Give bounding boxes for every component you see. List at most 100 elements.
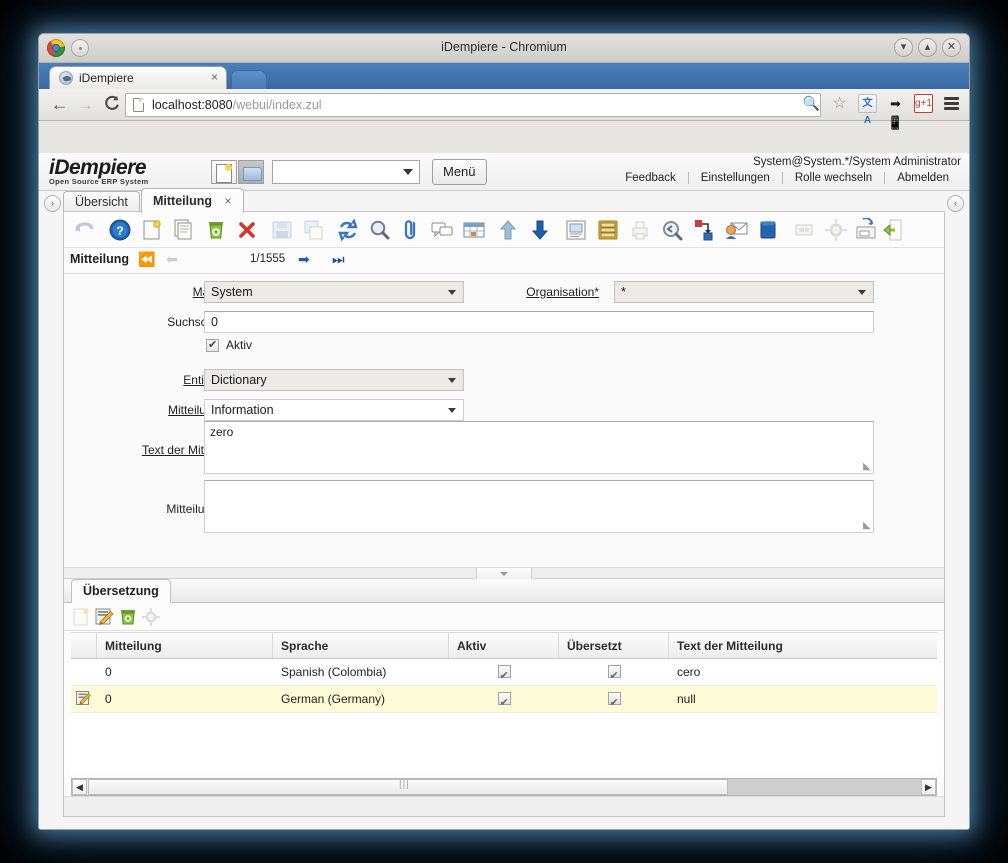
grid-header-row: Mitteilung Sprache Aktiv Übersetzt Text … (71, 632, 937, 659)
mobile-icon[interactable]: ➡📱 (886, 94, 905, 130)
delete-selection-icon[interactable] (236, 218, 260, 242)
cell-uebersetzt (559, 659, 669, 686)
reload-icon[interactable] (103, 95, 120, 112)
csv-import-icon[interactable] (792, 218, 816, 242)
grid-toggle-icon[interactable] (462, 218, 486, 242)
expand-left-panel-icon[interactable]: › (44, 195, 61, 212)
process-icon[interactable] (141, 607, 161, 627)
aktiv-checkbox-icon (497, 663, 511, 686)
input-suchschluessel[interactable]: 0 (204, 311, 874, 333)
save-create-icon[interactable] (302, 218, 326, 242)
tab-mitteilung-label: Mitteilung (153, 194, 213, 208)
product-info-icon[interactable] (756, 218, 780, 242)
scroll-right-icon[interactable]: ▶ (921, 779, 936, 795)
new-record-icon[interactable] (72, 607, 92, 627)
next-record-icon[interactable]: ➡ (298, 251, 310, 268)
preference-icon[interactable] (824, 218, 848, 242)
new-record-icon[interactable] (140, 218, 164, 242)
select-mitteilungsart[interactable]: Information (204, 399, 464, 421)
select-organisation[interactable]: * (614, 281, 874, 303)
grid-col-text[interactable]: Text der Mitteilung (669, 633, 937, 658)
forward-icon[interactable]: → (77, 95, 94, 115)
new-window-icon[interactable] (211, 160, 237, 184)
browser-tab-idempiere[interactable]: iDempiere × (49, 66, 227, 89)
undo-icon[interactable] (72, 218, 96, 242)
back-icon[interactable]: ← (51, 95, 68, 115)
settings-link[interactable]: Einstellungen (687, 172, 782, 184)
input-suchschluessel-value: 0 (211, 315, 218, 329)
scroll-left-icon[interactable]: ◀ (72, 779, 87, 795)
splitter-collapse-icon[interactable] (476, 568, 532, 579)
table-row[interactable]: 0 Spanish (Colombia) cero (71, 659, 937, 686)
zoom-icon[interactable]: 🔍 (802, 94, 821, 113)
change-role-link[interactable]: Rolle wechseln (781, 172, 884, 184)
archive-document-icon[interactable] (854, 218, 878, 242)
first-record-icon[interactable]: ⏪ (138, 251, 155, 268)
scrollbar-thumb[interactable] (88, 779, 728, 795)
panel-splitter[interactable] (64, 567, 944, 579)
exit-icon[interactable] (882, 218, 906, 242)
checkbox-aktiv[interactable] (206, 338, 219, 352)
export-icon[interactable] (692, 218, 716, 242)
browser-toolbar: ← → localhost:8080/webui/index.zul 🔍 ☆ 文… (39, 89, 969, 130)
last-record-icon[interactable]: ⏭ (332, 251, 345, 268)
cell-aktiv (449, 659, 559, 686)
label-organisation-text: Organisation (526, 285, 595, 299)
parent-record-icon[interactable] (496, 218, 520, 242)
textarea-text-der-mitteilung[interactable]: zero ◢ (204, 421, 874, 474)
label-organisation: Organisation* (424, 285, 599, 299)
request-icon[interactable] (724, 218, 748, 242)
resize-grip-icon[interactable]: ◢ (863, 461, 871, 472)
feedback-link[interactable]: Feedback (613, 172, 688, 184)
grid-col-mitteilung[interactable]: Mitteilung (97, 633, 273, 658)
refresh-icon[interactable] (336, 218, 360, 242)
tab-mitteilung[interactable]: Mitteilung × (141, 188, 244, 213)
minimize-icon[interactable]: ▾ (894, 38, 913, 57)
find-icon[interactable] (368, 218, 392, 242)
tab-uebersetzung[interactable]: Übersetzung (71, 579, 171, 603)
table-row[interactable]: 0 German (Germany) null (71, 686, 937, 713)
help-icon[interactable]: ? (108, 218, 132, 242)
expand-right-panel-icon[interactable]: ‹ (947, 195, 964, 212)
close-icon[interactable]: ✕ (942, 38, 961, 57)
save-icon[interactable] (270, 218, 294, 242)
chevron-down-icon (448, 408, 456, 413)
translate-icon[interactable]: 文A (858, 94, 877, 126)
bookmark-star-icon[interactable]: ☆ (830, 94, 849, 113)
grid-col-aktiv[interactable]: Aktiv (449, 633, 559, 658)
detail-record-icon[interactable] (528, 218, 552, 242)
attachment-icon[interactable] (400, 218, 424, 242)
google-plus-icon[interactable]: g+1 (914, 94, 933, 113)
report-icon[interactable] (564, 218, 588, 242)
uebersetzt-checkbox-icon (607, 663, 621, 686)
print-icon[interactable] (628, 218, 652, 242)
address-bar[interactable]: localhost:8080/webui/index.zul (125, 93, 821, 117)
textarea-mitteilungs-tip[interactable]: ◢ (204, 480, 874, 533)
logout-link[interactable]: Abmelden (884, 172, 961, 184)
previous-record-icon[interactable]: ⬅ (166, 251, 178, 268)
tab-close-icon[interactable]: × (225, 194, 232, 208)
zoom-across-icon[interactable] (660, 218, 684, 242)
tab-close-icon[interactable]: × (211, 70, 218, 84)
menu-button[interactable]: Menü (432, 159, 487, 185)
cell-uebersetzt (559, 686, 669, 713)
chrome-menu-icon[interactable] (942, 94, 961, 113)
chevron-down-icon (403, 169, 413, 175)
delete-record-icon[interactable] (118, 607, 138, 627)
open-window-icon[interactable] (238, 160, 264, 184)
copy-record-icon[interactable] (172, 218, 196, 242)
grid-col-uebersetzt[interactable]: Übersetzt (559, 633, 669, 658)
delete-record-icon[interactable] (204, 218, 228, 242)
tab-uebersicht[interactable]: Übersicht (63, 191, 140, 213)
select-entitaetstyp[interactable]: Dictionary (204, 369, 464, 391)
record-toolbar: ? (64, 212, 944, 248)
chat-icon[interactable] (430, 218, 454, 242)
archive-icon[interactable] (596, 218, 620, 242)
maximize-icon[interactable]: ▴ (918, 38, 937, 57)
new-tab-button[interactable] (231, 70, 267, 89)
horizontal-scrollbar[interactable]: ◀ ▶ (71, 778, 937, 796)
resize-grip-icon[interactable]: ◢ (863, 520, 871, 531)
grid-col-sprache[interactable]: Sprache (273, 633, 449, 658)
edit-record-icon[interactable] (95, 607, 115, 627)
window-selector-combo[interactable] (272, 160, 420, 184)
